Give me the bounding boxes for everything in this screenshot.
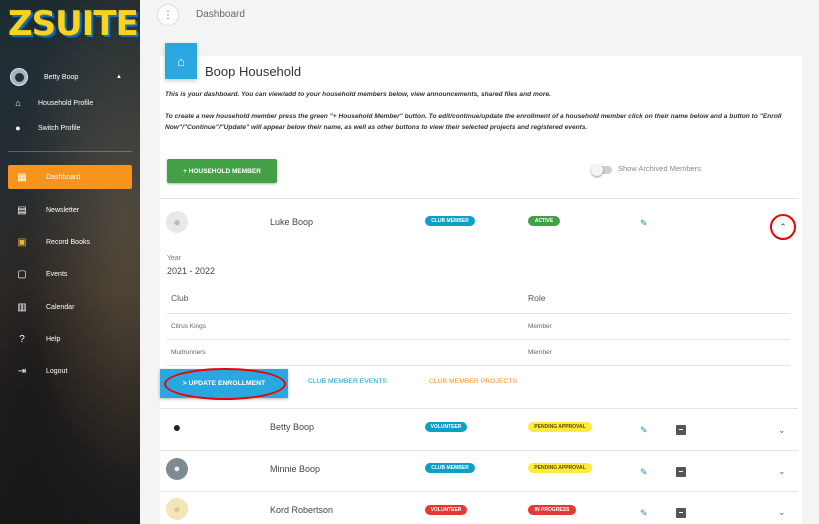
breadcrumb: Dashboard bbox=[196, 9, 245, 20]
member-name[interactable]: Kord Robertson bbox=[270, 505, 333, 515]
intro-text-2: To create a new household member press t… bbox=[165, 113, 782, 131]
person-icon: ● bbox=[173, 215, 181, 229]
help-icon: ? bbox=[19, 333, 25, 345]
home-icon: ⌂ bbox=[165, 43, 197, 79]
year-value: 2021 - 2022 bbox=[167, 266, 216, 276]
sidebar-item-label: Events bbox=[46, 270, 68, 278]
chevron-down-icon[interactable]: ⌄ bbox=[778, 466, 786, 477]
member-avatar: ● bbox=[166, 498, 188, 520]
member-name[interactable]: Minnie Boop bbox=[270, 464, 320, 474]
sidebar-item-help[interactable]: ? Help bbox=[8, 327, 132, 351]
switch-profile-link[interactable]: ● Switch Profile bbox=[12, 119, 130, 137]
record-books-icon: ▣ bbox=[17, 236, 27, 248]
sidebar-item-label: Record Books bbox=[46, 238, 90, 246]
table-divider bbox=[167, 339, 790, 340]
edit-pencil-icon[interactable]: ✎ bbox=[640, 218, 648, 229]
status-badge: PENDING APPROVAL bbox=[528, 463, 592, 473]
role-badge: CLUB MEMBER bbox=[425, 216, 475, 226]
table-cell-club: Mudrunners bbox=[171, 349, 206, 356]
household-profile-label: Household Profile bbox=[38, 99, 94, 107]
sidebar-item-label: Calendar bbox=[46, 303, 75, 311]
role-column-header: Role bbox=[528, 293, 546, 303]
add-household-member-button[interactable]: + HOUSEHOLD MEMBER bbox=[167, 159, 277, 183]
role-badge: CLUB MEMBER bbox=[425, 463, 475, 473]
person-icon: ● bbox=[173, 502, 181, 516]
user-avatar bbox=[10, 68, 28, 86]
sidebar-item-calendar[interactable]: ▥ Calendar bbox=[8, 295, 132, 319]
member-name[interactable]: Betty Boop bbox=[270, 422, 314, 432]
sidebar: ZSUITE Betty Boop ▲ ⌂ Household Profile … bbox=[0, 0, 140, 524]
edit-pencil-icon[interactable]: ✎ bbox=[640, 425, 648, 436]
user-name: Betty Boop bbox=[44, 73, 79, 81]
page-title: Boop Household bbox=[205, 64, 302, 79]
penguin-icon: ● bbox=[172, 419, 182, 435]
member-name[interactable]: Luke Boop bbox=[270, 217, 313, 227]
update-enrollment-button[interactable]: > UPDATE ENROLLMENT bbox=[160, 369, 288, 398]
dashboard-icon: ▦ bbox=[17, 171, 27, 183]
table-cell-club: Citrus Kings bbox=[171, 323, 207, 330]
archive-icon[interactable] bbox=[676, 467, 686, 477]
club-member-projects-link[interactable]: CLUB MEMBER PROJECTS bbox=[429, 378, 517, 385]
member-avatar: ● bbox=[166, 458, 188, 480]
switch-profile-label: Switch Profile bbox=[38, 124, 81, 132]
sidebar-item-label: Logout bbox=[46, 367, 68, 375]
role-badge: VOLUNTEER bbox=[425, 505, 467, 515]
show-archived-label: Show Archived Members bbox=[618, 164, 701, 173]
logout-icon: ⇥ bbox=[17, 365, 27, 377]
edit-pencil-icon[interactable]: ✎ bbox=[640, 508, 648, 519]
member-avatar: ● bbox=[166, 416, 188, 438]
edit-pencil-icon[interactable]: ✎ bbox=[640, 467, 648, 478]
person-icon: ● bbox=[15, 123, 21, 133]
home-icon: ⌂ bbox=[15, 98, 21, 108]
newsletter-icon: ▤ bbox=[17, 204, 27, 216]
zsuite-logo[interactable]: ZSUITE bbox=[8, 4, 139, 44]
row-divider bbox=[160, 491, 798, 492]
row-divider bbox=[160, 198, 798, 199]
club-column-header: Club bbox=[171, 293, 189, 303]
club-member-events-link[interactable]: CLUB MEMBER EVENTS bbox=[308, 378, 387, 385]
sidebar-item-dashboard[interactable]: ▦ Dashboard bbox=[8, 165, 132, 189]
sidebar-item-logout[interactable]: ⇥ Logout bbox=[8, 359, 132, 383]
intro-text-1: This is your dashboard. You can view/add… bbox=[165, 91, 551, 98]
more-menu-button[interactable]: ⋮ bbox=[157, 4, 179, 26]
archive-icon[interactable] bbox=[676, 425, 686, 435]
chevron-down-icon[interactable]: ⌄ bbox=[778, 507, 786, 518]
sidebar-divider bbox=[8, 151, 132, 152]
sidebar-item-label: Dashboard bbox=[46, 173, 81, 181]
status-badge: PENDING APPROVAL bbox=[528, 422, 592, 432]
caret-up-icon: ▲ bbox=[116, 74, 122, 80]
status-badge: IN PROGRESS bbox=[528, 505, 576, 515]
sidebar-item-newsletter[interactable]: ▤ Newsletter bbox=[8, 198, 132, 222]
status-badge: ACTIVE bbox=[528, 216, 560, 226]
cat-icon: ● bbox=[173, 463, 181, 475]
sidebar-item-record-books[interactable]: ▣ Record Books bbox=[8, 230, 132, 254]
show-archived-toggle[interactable] bbox=[591, 164, 612, 176]
table-cell-role: Member bbox=[528, 349, 552, 356]
year-label: Year bbox=[167, 255, 182, 262]
household-profile-link[interactable]: ⌂ Household Profile bbox=[12, 94, 130, 112]
table-cell-role: Member bbox=[528, 323, 552, 330]
member-avatar: ● bbox=[166, 211, 188, 233]
sidebar-item-events[interactable]: ▢ Events bbox=[8, 262, 132, 286]
archive-icon[interactable] bbox=[676, 508, 686, 518]
chevron-down-icon[interactable]: ⌄ bbox=[778, 425, 786, 436]
events-icon: ▢ bbox=[17, 268, 27, 280]
calendar-icon: ▥ bbox=[17, 301, 27, 313]
role-badge: VOLUNTEER bbox=[425, 422, 467, 432]
row-divider bbox=[160, 408, 798, 409]
row-divider bbox=[160, 450, 798, 451]
chevron-up-icon[interactable]: ⌃ bbox=[770, 214, 796, 240]
sidebar-item-label: Help bbox=[46, 335, 61, 343]
table-divider bbox=[167, 313, 790, 314]
sidebar-item-label: Newsletter bbox=[46, 206, 80, 214]
table-divider bbox=[167, 365, 790, 366]
user-menu[interactable]: Betty Boop ▲ bbox=[10, 67, 130, 87]
